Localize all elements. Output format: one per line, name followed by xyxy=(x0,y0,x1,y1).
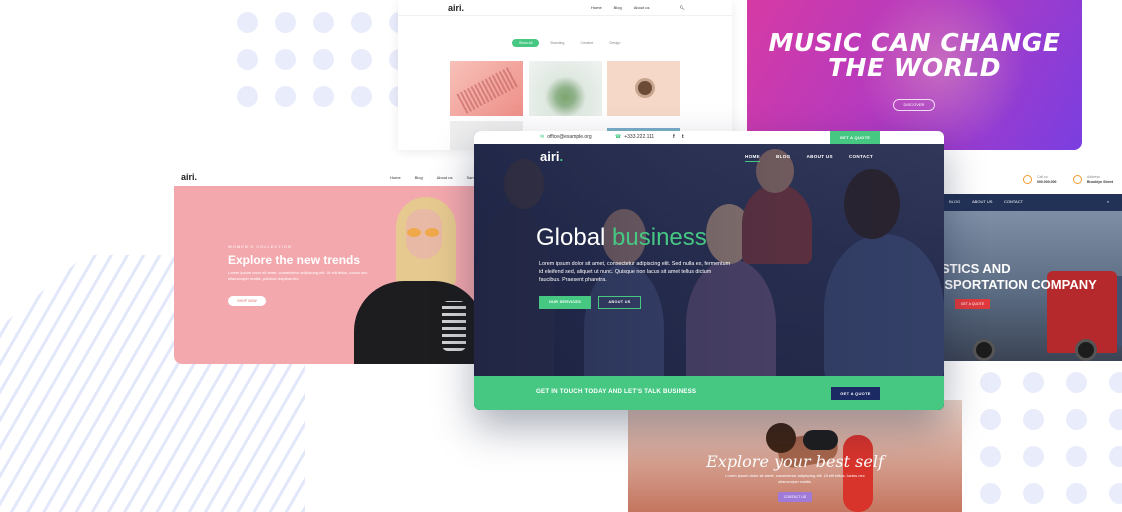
fashion-nav-blog[interactable]: Blog xyxy=(415,175,423,180)
contact-us-button[interactable]: CONTACT US xyxy=(778,492,812,502)
portfolio-thumb-coffee[interactable] xyxy=(607,61,680,116)
cta-quote-button[interactable]: GET A QUOTE xyxy=(831,387,880,400)
portfolio-logo[interactable]: airi. xyxy=(448,3,464,13)
fashion-kicker: WOMEN'S COLLECTION xyxy=(228,244,292,249)
headline-word-global: Global xyxy=(536,224,606,251)
filter-creative[interactable]: Creative xyxy=(575,39,598,47)
filter-design[interactable]: Design xyxy=(605,39,626,47)
transport-call-info: Call us 000.000.000 xyxy=(1037,175,1056,185)
phone-text: +333.222.111 xyxy=(624,134,655,140)
business-menu: HOME BLOG ABOUT US CONTACT xyxy=(745,154,873,162)
phone-icon xyxy=(1023,175,1032,184)
business-logo[interactable]: airi. xyxy=(540,149,563,164)
topbar-quote-button[interactable]: GET A QUOTE xyxy=(830,131,880,144)
business-demo-card[interactable]: ✉ office@example.org ☎ +333.222.111 f t … xyxy=(474,131,944,410)
call-value: 000.000.000 xyxy=(1037,180,1057,184)
music-demo-card[interactable]: MUSIC CAN CHANGE THE WORLD DISCOVER xyxy=(747,0,1082,150)
twitter-icon[interactable]: t xyxy=(682,134,684,140)
search-icon[interactable]: ⌕ xyxy=(1107,199,1109,204)
transport-navbar: BLOG ABOUT US CONTACT ⌕ xyxy=(935,194,1122,211)
transport-quote-button[interactable]: GET A QUOTE xyxy=(955,299,990,309)
business-paragraph: Lorem ipsum dolor sit amet, consectetur … xyxy=(539,261,731,283)
business-nav-blog[interactable]: BLOG xyxy=(776,154,790,162)
address-value: Brooklyn Street xyxy=(1087,180,1114,184)
portfolio-filters: Show All Branding Creative Design xyxy=(512,39,625,47)
facebook-icon[interactable]: f xyxy=(673,134,675,140)
portfolio-navbar: airi. Home Blog About us 🔍︎ xyxy=(398,0,732,16)
fashion-navbar: airi. Home Blog About us Sample xyxy=(174,169,484,186)
fashion-logo[interactable]: airi. xyxy=(181,172,197,182)
mail-icon: ✉ xyxy=(540,134,545,140)
portfolio-nav-blog[interactable]: Blog xyxy=(614,5,622,10)
location-icon xyxy=(1073,175,1082,184)
fashion-text: Lorem ipsum dolor sit amet, consectetur … xyxy=(228,270,368,281)
dot-pattern-top xyxy=(237,12,410,107)
music-headline-line2: THE WORLD xyxy=(827,53,1002,82)
portfolio-nav-home[interactable]: Home xyxy=(591,5,602,10)
phone-icon: ☎ xyxy=(615,134,622,140)
transport-headline-line1: STICS AND xyxy=(941,261,1011,276)
transport-nav-contact[interactable]: CONTACT xyxy=(1004,199,1023,204)
business-nav-about[interactable]: ABOUT US xyxy=(806,154,832,162)
headline-word-business: business xyxy=(612,224,707,251)
fashion-nav-home[interactable]: Home xyxy=(390,175,401,180)
business-cta-bar: GET IN TOUCH TODAY AND LET'S TALK BUSINE… xyxy=(474,376,944,410)
fashion-demo-card[interactable]: airi. Home Blog About us Sample WOMEN'S … xyxy=(174,169,484,364)
transport-headline: STICS AND NSPORTATION COMPANY xyxy=(935,261,1115,293)
business-hero: airi. HOME BLOG ABOUT US CONTACT Global … xyxy=(474,144,944,376)
transport-demo-card[interactable]: Call us 000.000.000 Address Brooklyn Str… xyxy=(935,169,1122,361)
fashion-nav-about[interactable]: About us xyxy=(437,175,453,180)
shop-now-button[interactable]: SHOP NOW xyxy=(228,296,266,306)
fashion-title: Explore the new trends xyxy=(228,253,361,267)
portfolio-nav-about[interactable]: About us xyxy=(634,5,650,10)
fitness-title: Explore your best self xyxy=(706,452,884,471)
fashion-menu: Home Blog About us Sample xyxy=(390,175,480,180)
music-headline: MUSIC CAN CHANGE THE WORLD xyxy=(747,30,1082,80)
fitness-demo-card[interactable]: Explore your best self Lorem ipsum dolor… xyxy=(628,400,962,512)
transport-nav-about[interactable]: ABOUT US xyxy=(972,199,992,204)
cta-text: GET IN TOUCH TODAY AND LET'S TALK BUSINE… xyxy=(536,388,697,395)
transport-headline-line2: NSPORTATION COMPANY xyxy=(935,277,1097,292)
business-headline: Global business xyxy=(536,224,707,252)
portfolio-menu: Home Blog About us 🔍︎ xyxy=(591,5,685,10)
music-headline-line1: MUSIC CAN CHANGE xyxy=(768,28,1061,57)
address-label: Address xyxy=(1087,175,1100,179)
transport-address-info: Address Brooklyn Street xyxy=(1087,175,1113,185)
discover-button[interactable]: DISCOVER xyxy=(893,99,935,111)
business-nav-home[interactable]: HOME xyxy=(745,154,760,162)
business-nav-contact[interactable]: CONTACT xyxy=(849,154,873,162)
filter-branding[interactable]: Branding xyxy=(545,39,569,47)
portfolio-demo-card[interactable]: airi. Home Blog About us 🔍︎ Show All Bra… xyxy=(398,0,732,150)
about-us-button[interactable]: ABOUT US xyxy=(598,296,641,309)
fashion-model-image xyxy=(354,191,484,364)
our-services-button[interactable]: OUR SERVICES xyxy=(539,296,591,309)
search-icon[interactable]: 🔍︎ xyxy=(679,5,684,10)
call-label: Call us xyxy=(1037,175,1048,179)
portfolio-thumb-pink[interactable] xyxy=(450,61,523,116)
business-topbar: ✉ office@example.org ☎ +333.222.111 f t … xyxy=(474,131,944,144)
portfolio-thumb-plant[interactable] xyxy=(529,61,602,116)
email-text: office@example.org xyxy=(547,134,592,140)
email-contact[interactable]: ✉ office@example.org xyxy=(540,134,592,140)
transport-topbar: Call us 000.000.000 Address Brooklyn Str… xyxy=(935,169,1122,194)
transport-nav-blog[interactable]: BLOG xyxy=(949,199,960,204)
dot-pattern-bottom xyxy=(980,372,1122,504)
fitness-text: Lorem ipsum dolor sit amet, consectetur … xyxy=(725,473,865,484)
filter-show-all[interactable]: Show All xyxy=(512,39,540,47)
phone-contact[interactable]: ☎ +333.222.111 xyxy=(615,134,654,140)
